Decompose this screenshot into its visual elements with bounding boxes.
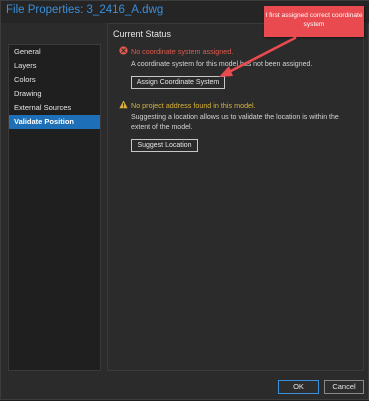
warning-triangle-icon: [119, 100, 128, 109]
file-properties-dialog: File Properties: 3_2416_A.dwg General La…: [0, 0, 369, 400]
sidebar-item-validate-position[interactable]: Validate Position: [9, 115, 100, 129]
section-title: Current Status: [113, 29, 172, 39]
annotation-callout: I first assigned correct coordinate syst…: [264, 6, 364, 37]
address-status-description: Suggesting a location allows us to valid…: [131, 114, 339, 131]
main-panel: Current Status No coordinate system assi…: [107, 23, 364, 371]
sidebar-item-general[interactable]: General: [9, 45, 100, 59]
sidebar-item-external-sources[interactable]: External Sources: [9, 101, 100, 115]
error-x-circle-icon: [119, 46, 128, 55]
suggest-location-button[interactable]: Suggest Location: [131, 139, 198, 152]
cancel-button[interactable]: Cancel: [324, 380, 364, 394]
coordinate-status-heading: No coordinate system assigned.: [131, 47, 234, 56]
sidebar: General Layers Colors Drawing External S…: [8, 44, 101, 371]
assign-coordinate-system-button[interactable]: Assign Coordinate System: [131, 76, 225, 89]
coordinate-status-description: A coordinate system for this model has n…: [131, 61, 313, 68]
sidebar-item-drawing[interactable]: Drawing: [9, 87, 100, 101]
sidebar-item-layers[interactable]: Layers: [9, 59, 100, 73]
dialog-title: File Properties: 3_2416_A.dwg: [6, 4, 164, 16]
address-status-heading: No project address found in this model.: [131, 101, 256, 110]
ok-button[interactable]: OK: [278, 380, 319, 394]
sidebar-item-colors[interactable]: Colors: [9, 73, 100, 87]
